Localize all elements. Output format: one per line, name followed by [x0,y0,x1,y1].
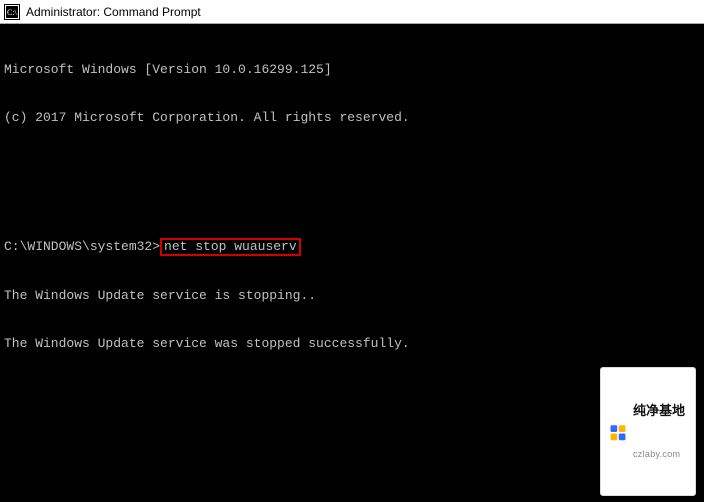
copyright-line: (c) 2017 Microsoft Corporation. All righ… [4,110,700,126]
blank-line [4,384,700,400]
output-line: The Windows Update service is stopping.. [4,288,700,304]
watermark-url: czlaby.com [633,449,685,459]
watermark-logo-icon [609,423,627,441]
watermark-badge: 纯净基地 czlaby.com [600,367,696,496]
cmd-icon: C:\ [4,4,20,20]
highlighted-command: net stop wuauserv [160,238,301,256]
output-line: The Windows Update service was stopped s… [4,336,700,352]
svg-text:C:\: C:\ [7,8,18,17]
window-titlebar[interactable]: C:\ Administrator: Command Prompt [0,0,704,24]
prompt-line: C:\WINDOWS\system32>net stop wuauserv [4,238,700,256]
blank-line [4,432,700,448]
blank-line [4,158,700,174]
watermark-title: 纯净基地 [633,404,685,417]
window-title: Administrator: Command Prompt [26,5,201,19]
terminal-area[interactable]: Microsoft Windows [Version 10.0.16299.12… [0,24,704,502]
version-line: Microsoft Windows [Version 10.0.16299.12… [4,62,700,78]
